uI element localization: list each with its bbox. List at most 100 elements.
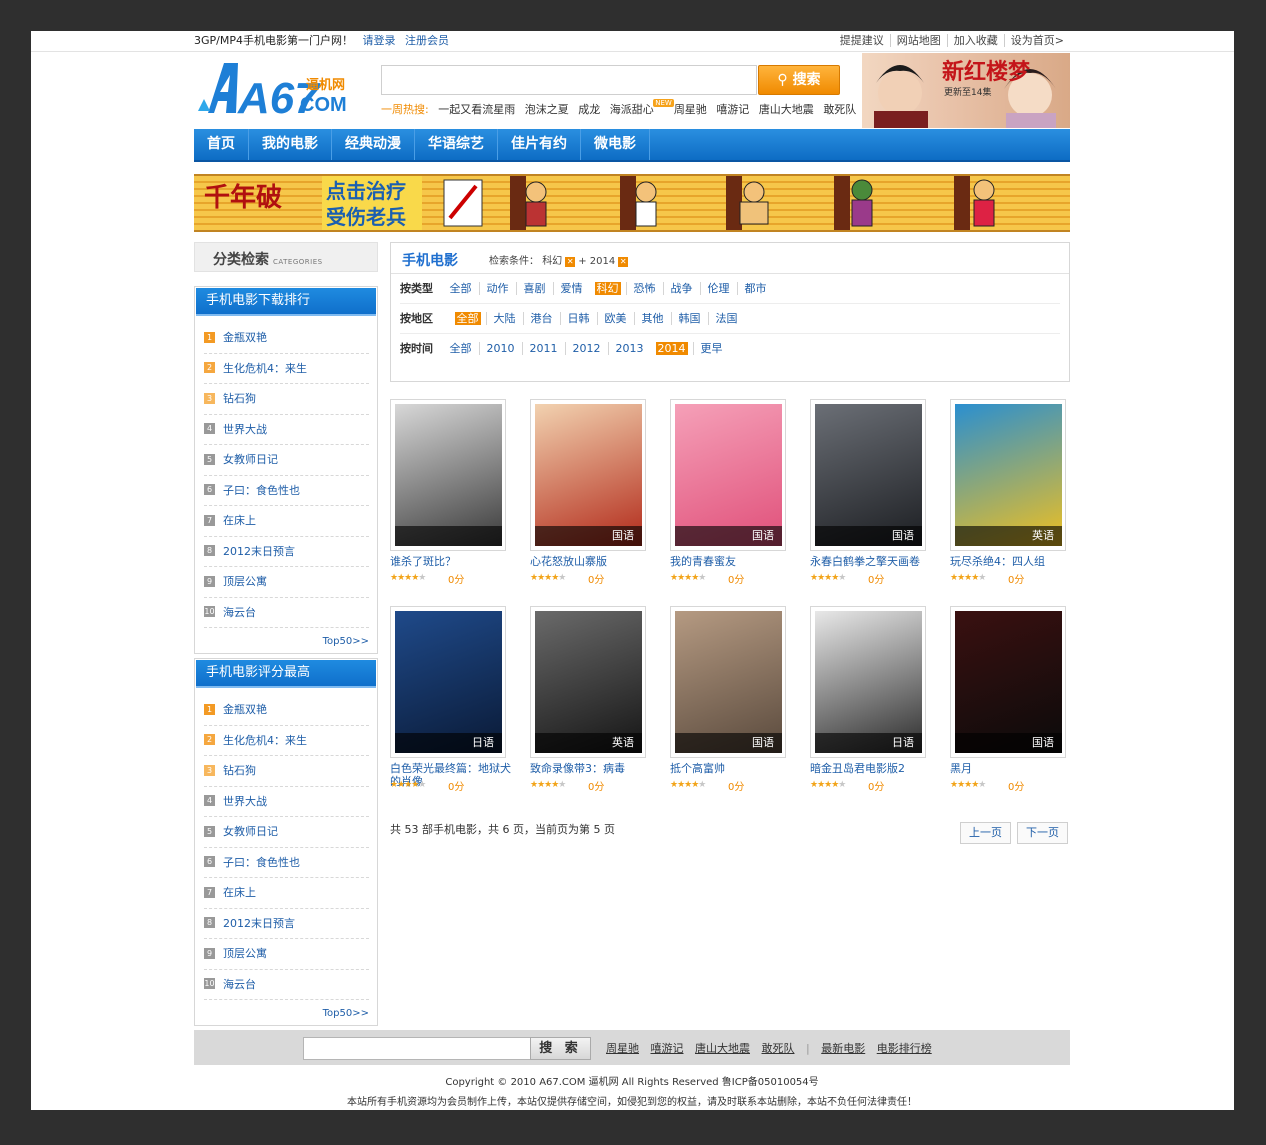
type-option[interactable]: 战争 <box>662 282 700 295</box>
remove-condition-icon[interactable]: ✕ <box>618 257 629 267</box>
movie-card[interactable]: 谁杀了斑比？ ★★★★★ 0分 <box>390 399 524 589</box>
nav-item-featured[interactable]: 佳片有约 <box>498 129 581 160</box>
top50-link[interactable]: Top50>> <box>195 628 377 653</box>
movie-title[interactable]: 抵个高富帅 <box>670 762 800 775</box>
movie-poster[interactable]: 国语 <box>955 611 1062 753</box>
footer-link[interactable]: 唐山大地震 <box>695 1042 750 1055</box>
hot-keyword[interactable]: 海派甜心 <box>610 103 654 116</box>
movie-title[interactable]: 谁杀了斑比？ <box>390 555 520 568</box>
area-option[interactable]: 全部 <box>454 312 481 325</box>
type-option[interactable]: 都市 <box>736 282 774 295</box>
area-option[interactable]: 港台 <box>522 312 560 325</box>
movie-poster[interactable]: 国语 <box>535 404 642 546</box>
list-item[interactable]: 4 世界大战 <box>204 415 369 445</box>
search-input[interactable] <box>381 65 757 95</box>
poster-frame[interactable]: 日语 <box>390 606 506 758</box>
sitemap-link[interactable]: 网站地图 <box>889 34 947 47</box>
list-item[interactable]: 4 世界大战 <box>204 787 369 817</box>
login-link[interactable]: 请登录 <box>362 34 395 47</box>
site-logo[interactable]: A67 逼机网 COM <box>194 59 359 123</box>
feedback-link[interactable]: 提提建议 <box>834 34 890 47</box>
remove-condition-icon[interactable]: ✕ <box>565 257 576 267</box>
time-option[interactable]: 更早 <box>692 342 730 355</box>
list-item[interactable]: 7 在床上 <box>204 506 369 537</box>
movie-poster[interactable]: 日语 <box>815 611 922 753</box>
list-item[interactable]: 3 钻石狗 <box>204 756 369 787</box>
type-option[interactable]: 恐怖 <box>625 282 663 295</box>
hot-keyword[interactable]: 一起又看流星雨 <box>438 103 515 116</box>
area-option[interactable]: 法国 <box>707 312 745 325</box>
list-item[interactable]: 2 生化危机4：来生 <box>204 354 369 384</box>
footer-link[interactable]: 周星驰 <box>606 1042 639 1055</box>
movie-card[interactable]: 国语 心花怒放山寨版 ★★★★★ 0分 <box>530 399 664 589</box>
promo-banner[interactable]: 新红楼梦 更新至14集 <box>862 53 1070 128</box>
movie-card[interactable]: 英语 玩尽杀绝4：四人组 ★★★★★ 0分 <box>950 399 1084 589</box>
poster-frame[interactable]: 英语 <box>530 606 646 758</box>
movie-title[interactable]: 心花怒放山寨版 <box>530 555 660 568</box>
hot-keyword[interactable]: 唐山大地震 <box>759 103 814 116</box>
list-item[interactable]: 8 2012末日预言 <box>204 537 369 567</box>
movie-title[interactable]: 我的青春蜜友 <box>670 555 800 568</box>
list-item[interactable]: 8 2012末日预言 <box>204 909 369 939</box>
poster-frame[interactable]: 英语 <box>950 399 1066 551</box>
search-button[interactable]: ⚲ 搜索 <box>758 65 840 95</box>
type-option[interactable]: 爱情 <box>552 282 590 295</box>
footer-search-input[interactable] <box>303 1037 534 1060</box>
poster-frame[interactable]: 国语 <box>670 399 786 551</box>
hot-keyword[interactable]: 泡沫之夏 <box>525 103 569 116</box>
hot-keyword[interactable]: 敢死队 <box>823 103 856 116</box>
type-option[interactable]: 科幻 <box>594 282 621 295</box>
top50-link[interactable]: Top50>> <box>195 1000 377 1025</box>
list-item[interactable]: 2 生化危机4：来生 <box>204 726 369 756</box>
list-item[interactable]: 6 子曰：食色性也 <box>204 476 369 506</box>
list-item[interactable]: 7 在床上 <box>204 878 369 909</box>
poster-frame[interactable]: 国语 <box>950 606 1066 758</box>
nav-item-anime[interactable]: 经典动漫 <box>332 129 415 160</box>
nav-item-my-movies[interactable]: 我的电影 <box>249 129 332 160</box>
movie-card[interactable]: 日语 暗金丑岛君电影版2 ★★★★★ 0分 <box>810 606 944 796</box>
type-option[interactable]: 伦理 <box>699 282 737 295</box>
list-item[interactable]: 1 金瓶双艳 <box>204 323 369 354</box>
area-option[interactable]: 韩国 <box>670 312 708 325</box>
movie-card[interactable]: 国语 永春白鹤拳之擎天画卷 ★★★★★ 0分 <box>810 399 944 589</box>
set-homepage-link[interactable]: 设为首页> <box>1003 34 1070 47</box>
time-option[interactable]: 2011 <box>521 342 565 355</box>
movie-poster[interactable]: 国语 <box>675 404 782 546</box>
movie-title[interactable]: 黑月 <box>950 762 1080 775</box>
area-option[interactable]: 其他 <box>633 312 671 325</box>
movie-card[interactable]: 日语 白色荣光最终篇：地狱犬的肖像 ★★★★★ 0分 <box>390 606 524 796</box>
footer-link[interactable]: 嘻游记 <box>651 1042 684 1055</box>
next-page-button[interactable]: 下一页 <box>1017 822 1068 844</box>
list-item[interactable]: 10 海云台 <box>204 598 369 628</box>
hot-keyword[interactable]: 成龙 <box>578 103 600 116</box>
footer-link[interactable]: 敢死队 <box>762 1042 795 1055</box>
prev-page-button[interactable]: 上一页 <box>960 822 1011 844</box>
nav-item-home[interactable]: 首页 <box>194 129 249 160</box>
hot-keyword[interactable]: 嘻游记 <box>716 103 749 116</box>
time-option[interactable]: 全部 <box>450 342 479 355</box>
area-option[interactable]: 欧美 <box>596 312 634 325</box>
footer-search-button[interactable]: 搜 索 <box>530 1037 591 1060</box>
list-item[interactable]: 3 钻石狗 <box>204 384 369 415</box>
register-link[interactable]: 注册会员 <box>405 34 449 47</box>
movie-title[interactable]: 暗金丑岛君电影版2 <box>810 762 940 775</box>
movie-title[interactable]: 致命录像带3：病毒 <box>530 762 660 775</box>
list-item[interactable]: 10 海云台 <box>204 970 369 1000</box>
movie-card[interactable]: 英语 致命录像带3：病毒 ★★★★★ 0分 <box>530 606 664 796</box>
list-item[interactable]: 1 金瓶双艳 <box>204 695 369 726</box>
movie-poster[interactable] <box>395 404 502 546</box>
time-option[interactable]: 2014 <box>655 342 688 355</box>
nav-item-variety[interactable]: 华语综艺 <box>415 129 498 160</box>
poster-frame[interactable]: 国语 <box>670 606 786 758</box>
type-option[interactable]: 全部 <box>450 282 479 295</box>
ad-banner[interactable]: 千年破 点击治疗 受伤老兵 <box>194 174 1070 232</box>
time-option[interactable]: 2012 <box>564 342 608 355</box>
footer-link[interactable]: 最新电影 <box>821 1042 865 1055</box>
movie-poster[interactable]: 英语 <box>955 404 1062 546</box>
poster-frame[interactable] <box>390 399 506 551</box>
hot-keyword[interactable]: NEW 周星驰 <box>653 99 707 116</box>
time-option[interactable]: 2010 <box>478 342 522 355</box>
area-option[interactable]: 日韩 <box>559 312 597 325</box>
movie-poster[interactable]: 英语 <box>535 611 642 753</box>
nav-item-micro-film[interactable]: 微电影 <box>581 129 650 160</box>
